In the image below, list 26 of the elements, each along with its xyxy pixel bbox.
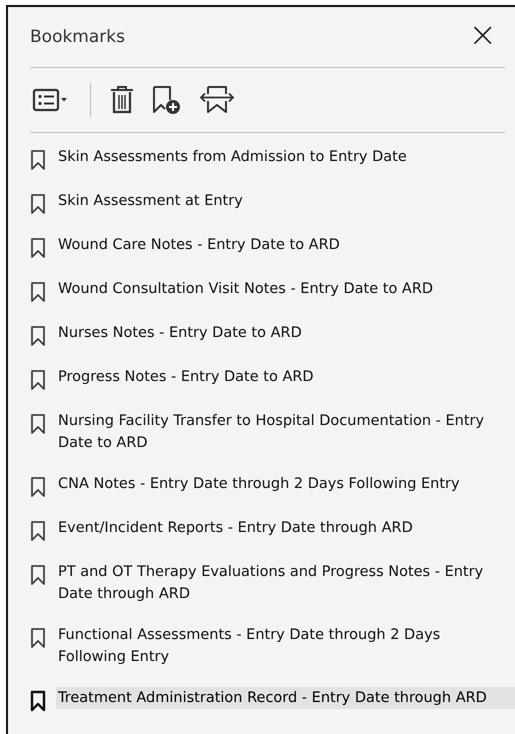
bookmark-icon [30, 690, 46, 712]
bookmark-icon [30, 325, 46, 347]
bookmark-item[interactable]: Nurses Notes - Entry Date to ARD [56, 322, 515, 344]
bookmark-icon [30, 193, 46, 215]
bookmark-icon [30, 281, 46, 303]
close-button[interactable]: × [460, 18, 505, 56]
bookmark-item[interactable]: Wound Care Notes - Entry Date to ARD [56, 234, 515, 256]
bookmark-icon [30, 476, 46, 498]
bookmark-item[interactable]: Functional Assessments - Entry Date through 2 Days Following Entry [56, 624, 515, 668]
bookmark-icon [30, 237, 46, 259]
bookmark-icon [30, 520, 46, 542]
bookmark-item[interactable]: PT and OT Therapy Evaluations and Progress Notes - Entry Date through ARD [56, 561, 515, 605]
bookmark-item[interactable]: Event/Incident Reports - Entry Date through ARD [56, 517, 515, 539]
bookmark-icon [30, 369, 46, 391]
bookmark-icon [30, 413, 46, 435]
bookmark-item[interactable]: Wound Consultation Visit Notes - Entry Date to ARD [56, 278, 515, 300]
panel-title: Bookmarks [30, 27, 125, 47]
bookmark-icon [30, 149, 46, 171]
bookmark-item[interactable]: CNA Notes - Entry Date through 2 Days Following Entry [56, 473, 515, 495]
bookmark-item[interactable]: Treatment Administration Record - Entry Date through ARD [56, 687, 515, 709]
bookmark-icon [30, 627, 46, 649]
bookmark-icon [30, 564, 46, 586]
bookmark-item[interactable]: Skin Assessment at Entry [56, 190, 515, 212]
bookmark-item[interactable]: Skin Assessments from Admission to Entry Date [56, 146, 515, 168]
bookmark-item[interactable]: Progress Notes - Entry Date to ARD [56, 366, 515, 388]
bookmark-item[interactable]: Nursing Facility Transfer to Hospital Documentation - Entry Date to ARD [56, 410, 515, 454]
